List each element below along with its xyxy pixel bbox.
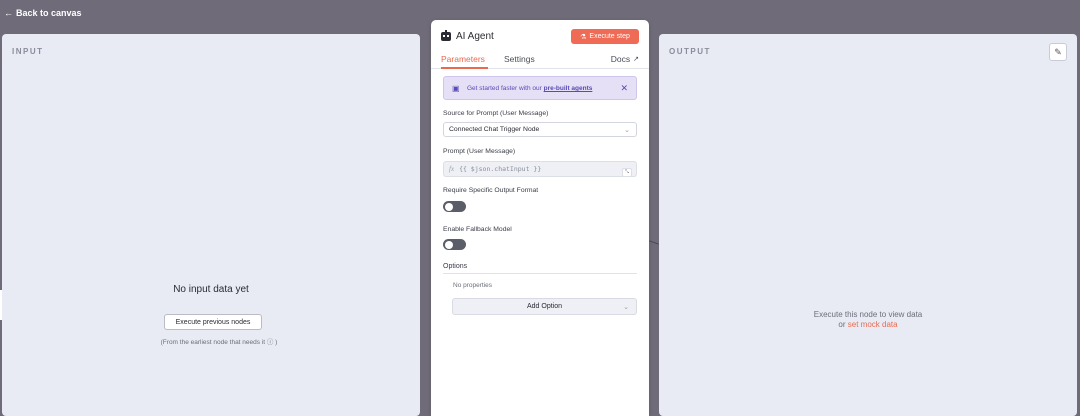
execute-previous-nodes-button[interactable]: Execute previous nodes bbox=[164, 314, 262, 330]
pencil-icon: ✎ bbox=[1054, 46, 1062, 57]
tab-settings[interactable]: Settings bbox=[504, 54, 535, 64]
node-tabs: Parameters Settings Docs ↗ bbox=[431, 51, 649, 69]
options-label: Options bbox=[443, 263, 468, 270]
fx-icon: fx bbox=[449, 165, 455, 173]
back-to-canvas-link[interactable]: ← Back to canvas bbox=[4, 8, 82, 18]
earliest-node-note: (From the earliest node that needs it ⓘ … bbox=[160, 339, 278, 346]
set-mock-data-link[interactable]: set mock data bbox=[848, 320, 898, 329]
prompt-expression-value: {{ $json.chatInput }} bbox=[459, 165, 542, 173]
chevron-down-icon: ⌄ bbox=[623, 304, 629, 311]
add-option-button[interactable]: Add Option ⌄ bbox=[452, 298, 637, 315]
no-properties-text: No properties bbox=[453, 282, 493, 289]
banner-prefix: Get started faster with our bbox=[467, 85, 542, 92]
active-tab-underline bbox=[441, 67, 488, 69]
node-title-text: AI Agent bbox=[456, 31, 494, 42]
canvas-connection-line bbox=[649, 240, 659, 245]
tab-docs[interactable]: Docs ↗ bbox=[611, 54, 639, 64]
close-icon[interactable]: ✕ bbox=[620, 83, 628, 94]
tab-parameters[interactable]: Parameters bbox=[441, 54, 485, 64]
enable-fallback-model-label: Enable Fallback Model bbox=[443, 226, 512, 233]
prompt-expression-field[interactable]: fx {{ $json.chatInput }} ⤡ bbox=[443, 161, 637, 177]
docs-label: Docs bbox=[610, 54, 631, 64]
output-message-or: or bbox=[838, 320, 846, 329]
banner-text: Get started faster with our pre-built ag… bbox=[467, 85, 592, 92]
flask-icon: ⚗ bbox=[580, 33, 587, 41]
output-panel-title: OUTPUT bbox=[669, 47, 711, 56]
chevron-down-icon: ⌄ bbox=[624, 127, 630, 134]
execute-step-label: Execute step bbox=[589, 33, 630, 40]
require-output-format-label: Require Specific Output Format bbox=[443, 187, 539, 194]
require-output-format-toggle[interactable] bbox=[443, 201, 466, 212]
arrow-left-icon: ← bbox=[4, 8, 13, 18]
robot-icon: ▣ bbox=[452, 84, 460, 93]
source-prompt-value: Connected Chat Trigger Node bbox=[449, 126, 540, 133]
enable-fallback-model-toggle[interactable] bbox=[443, 239, 466, 250]
node-title: AI Agent bbox=[441, 30, 494, 42]
options-divider bbox=[443, 273, 637, 274]
prebuilt-agents-banner: ▣ Get started faster with our pre-built … bbox=[443, 76, 637, 100]
output-message-line: Execute this node to view data bbox=[813, 310, 923, 319]
execute-step-button[interactable]: ⚗ Execute step bbox=[571, 29, 639, 44]
input-panel-title: INPUT bbox=[12, 47, 44, 56]
input-panel: INPUT No input data yet Execute previous… bbox=[2, 34, 420, 416]
source-prompt-label: Source for Prompt (User Message) bbox=[443, 110, 549, 117]
output-panel: OUTPUT ✎ Execute this node to view data … bbox=[659, 34, 1077, 416]
no-input-data-heading: No input data yet bbox=[173, 284, 249, 295]
source-prompt-select[interactable]: Connected Chat Trigger Node ⌄ bbox=[443, 122, 637, 137]
back-to-canvas-label: Back to canvas bbox=[16, 8, 82, 18]
node-parameters-panel: AI Agent ⚗ Execute step Parameters Setti… bbox=[431, 20, 649, 416]
add-option-label: Add Option bbox=[526, 303, 563, 310]
prebuilt-agents-link[interactable]: pre-built agents bbox=[544, 85, 593, 92]
prompt-label: Prompt (User Message) bbox=[443, 148, 516, 155]
edit-output-button[interactable]: ✎ bbox=[1049, 43, 1067, 61]
robot-icon bbox=[441, 30, 451, 41]
external-link-icon: ↗ bbox=[633, 56, 639, 63]
expand-icon[interactable]: ⤡ bbox=[622, 168, 632, 177]
output-empty-message: Execute this node to view data or set mo… bbox=[659, 310, 1077, 330]
